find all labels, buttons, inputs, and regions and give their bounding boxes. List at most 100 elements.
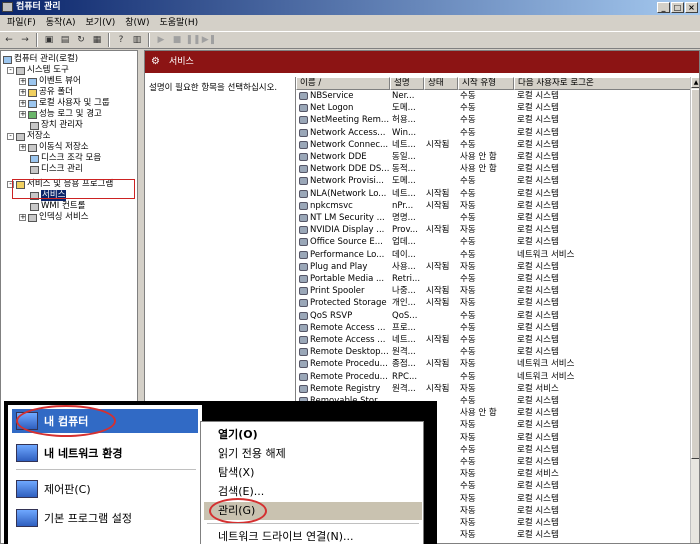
up-folder-icon[interactable]: ▣ [42, 33, 56, 47]
table-row[interactable]: Plug and Play 사용... 시작됨 자동 로컬 시스템 [296, 261, 691, 273]
service-logon-as: 로컬 시스템 [517, 493, 559, 504]
service-logon-as: 로컬 시스템 [517, 261, 559, 272]
table-row[interactable]: Remote Procedu... 종점... 시작됨 자동 네트워크 서비스 [296, 358, 691, 370]
table-row[interactable]: Performance Lo... 데이... 수동 네트워크 서비스 [296, 249, 691, 261]
table-row[interactable]: Protected Storage 개인... 시작됨 자동 로컬 시스템 [296, 297, 691, 309]
tree-local-users[interactable]: + 로컬 사용자 및 그룹 [19, 98, 110, 109]
scroll-up-arrow[interactable]: ▲ [691, 77, 699, 88]
scroll-thumb[interactable] [691, 89, 699, 459]
refresh-icon[interactable]: ↻ [74, 33, 88, 47]
service-name: Network Provisi... [310, 176, 384, 187]
menu-window[interactable]: 창(W) [120, 16, 154, 30]
tree-event-viewer[interactable]: + 이벤트 뷰어 [19, 76, 81, 87]
export-list-icon[interactable]: ▦ [90, 33, 104, 47]
column-status[interactable]: 상태 [424, 77, 458, 90]
title-bar: 컴퓨터 관리 _ □ × [0, 0, 700, 15]
table-row[interactable]: Remote Desktop... 원격... 수동 로컬 시스템 [296, 346, 691, 358]
table-row[interactable]: NVIDIA Display ... Prov... 시작됨 자동 로컬 시스템 [296, 224, 691, 236]
table-row[interactable]: Network DDE DS... 동적... 사용 안 함 로컬 시스템 [296, 163, 691, 175]
column-log-on-as[interactable]: 다음 사용자로 로그온 [514, 77, 691, 90]
ctx-map-network-drive[interactable]: 네트워크 드라이브 연결(N)... [204, 528, 422, 544]
table-row[interactable]: Remote Procedu... RPC... 수동 네트워크 서비스 [296, 371, 691, 383]
default-programs-item[interactable]: 기본 프로그램 설정 [12, 506, 198, 530]
table-row[interactable]: NBService Ner... 수동 로컬 시스템 [296, 90, 691, 102]
forward-icon[interactable]: → [18, 33, 32, 47]
table-row[interactable]: Network Provisi... 도메... 수동 로컬 시스템 [296, 175, 691, 187]
tree-perf-logs[interactable]: + 성능 로그 및 경고 [19, 109, 102, 120]
start-service-icon[interactable]: ▶ [154, 33, 168, 47]
column-name[interactable]: 이름 / [296, 77, 390, 90]
restart-service-icon[interactable]: ▶❚ [202, 33, 216, 47]
help-icon[interactable]: ? [114, 33, 128, 47]
tree-system-tools[interactable]: - 시스템 도구 [7, 65, 69, 76]
service-name: npkcmsvc [310, 200, 353, 211]
back-icon[interactable]: ← [2, 33, 16, 47]
control-panel-item[interactable]: 제어판(C) [12, 477, 198, 501]
tree-storage[interactable]: - 저장소 [7, 131, 50, 142]
table-row[interactable]: Net Logon 도메... 수동 로컬 시스템 [296, 102, 691, 114]
table-row[interactable]: NLA(Network Lo... 네트... 시작됨 수동 로컬 시스템 [296, 188, 691, 200]
table-row[interactable]: Portable Media ... Retri... 수동 로컬 시스템 [296, 273, 691, 285]
expand-icon[interactable]: + [19, 144, 26, 151]
menu-file[interactable]: 파일(F) [2, 16, 41, 30]
tree-root[interactable]: 컴퓨터 관리(로컬) [3, 54, 78, 65]
collapse-icon[interactable]: - [7, 67, 14, 74]
column-description[interactable]: 설명 [390, 77, 424, 90]
ctx-open[interactable]: 열기(O) [204, 426, 422, 444]
service-icon [299, 104, 308, 113]
pause-service-icon[interactable]: ❚❚ [185, 33, 200, 47]
properties-icon[interactable]: ▤ [58, 33, 72, 47]
table-row[interactable]: npkcmsvc nPr... 시작됨 자동 로컬 시스템 [296, 200, 691, 212]
menu-view[interactable]: 보기(V) [81, 16, 121, 30]
menu-help[interactable]: 도움말(H) [154, 16, 203, 30]
expand-icon[interactable]: + [19, 111, 26, 118]
table-row[interactable]: Office Source E... 업데... 수동 로컬 시스템 [296, 236, 691, 248]
tree-wmi-control[interactable]: WMI 컨트롤 [30, 201, 85, 212]
view-icon[interactable]: ▥ [130, 33, 144, 47]
expand-icon[interactable]: + [19, 214, 26, 221]
my-network-item[interactable]: 내 네트워크 환경 [12, 441, 198, 465]
table-row[interactable]: Remote Access ... 프로... 수동 로컬 시스템 [296, 322, 691, 334]
tree-device-manager[interactable]: 장치 관리자 [30, 120, 83, 131]
table-row[interactable]: NT LM Security ... 명명... 수동 로컬 시스템 [296, 212, 691, 224]
tree-shared-folders[interactable]: + 공유 폴더 [19, 87, 73, 98]
ctx-remove-readonly[interactable]: 읽기 전용 해제 [204, 445, 422, 463]
minimize-button[interactable]: _ [657, 2, 670, 13]
tree-defrag[interactable]: 디스크 조각 모음 [30, 153, 101, 164]
ctx-explore[interactable]: 탐색(X) [204, 464, 422, 482]
expand-icon[interactable]: + [19, 100, 26, 107]
table-row[interactable]: QoS RSVP QoS... 수동 로컬 시스템 [296, 310, 691, 322]
expand-icon[interactable]: + [19, 89, 26, 96]
tree-disk-management[interactable]: 디스크 관리 [30, 164, 83, 175]
service-logon-as: 로컬 시스템 [517, 164, 559, 175]
app-icon[interactable] [2, 2, 13, 12]
service-startup-type: 수동 [460, 274, 476, 284]
expand-icon[interactable]: + [19, 78, 26, 85]
service-logon-as: 로컬 서비스 [517, 383, 559, 394]
defrag-icon [30, 154, 39, 163]
stop-service-icon[interactable]: ■ [170, 33, 184, 47]
table-row[interactable]: Network DDE 동일... 사용 안 함 로컬 시스템 [296, 151, 691, 163]
service-icon [299, 201, 308, 210]
service-icon [299, 311, 308, 320]
close-button[interactable]: × [685, 2, 698, 13]
column-startup-type[interactable]: 시작 유형 [458, 77, 514, 90]
service-logon-as: 로컬 시스템 [517, 420, 559, 431]
service-status: 시작됨 [426, 286, 450, 297]
maximize-button[interactable]: □ [671, 2, 684, 13]
table-row[interactable]: Network Access... Win... 수동 로컬 시스템 [296, 127, 691, 139]
table-row[interactable]: Remote Registry 원격... 시작됨 자동 로컬 서비스 [296, 383, 691, 395]
menu-action[interactable]: 동작(A) [41, 16, 81, 30]
tree-removable-storage[interactable]: + 이동식 저장소 [19, 142, 89, 153]
collapse-icon[interactable]: - [7, 133, 14, 140]
service-logon-as: 로컬 시스템 [517, 481, 559, 492]
vertical-scrollbar[interactable]: ▲ [690, 77, 699, 543]
service-logon-as: 로컬 시스템 [517, 213, 559, 223]
tree-indexing[interactable]: + 인덱싱 서비스 [19, 212, 89, 223]
service-logon-as: 로컬 시스템 [517, 127, 559, 138]
table-row[interactable]: Network Connec... 네트... 시작됨 수동 로컬 시스템 [296, 139, 691, 151]
table-row[interactable]: Print Spooler 나중... 시작됨 자동 로컬 시스템 [296, 285, 691, 297]
table-row[interactable]: Remote Access ... 네트... 시작됨 수동 로컬 시스템 [296, 334, 691, 346]
service-startup-type: 수동 [460, 139, 476, 150]
table-row[interactable]: NetMeeting Rem... 허용... 수동 로컬 시스템 [296, 114, 691, 126]
